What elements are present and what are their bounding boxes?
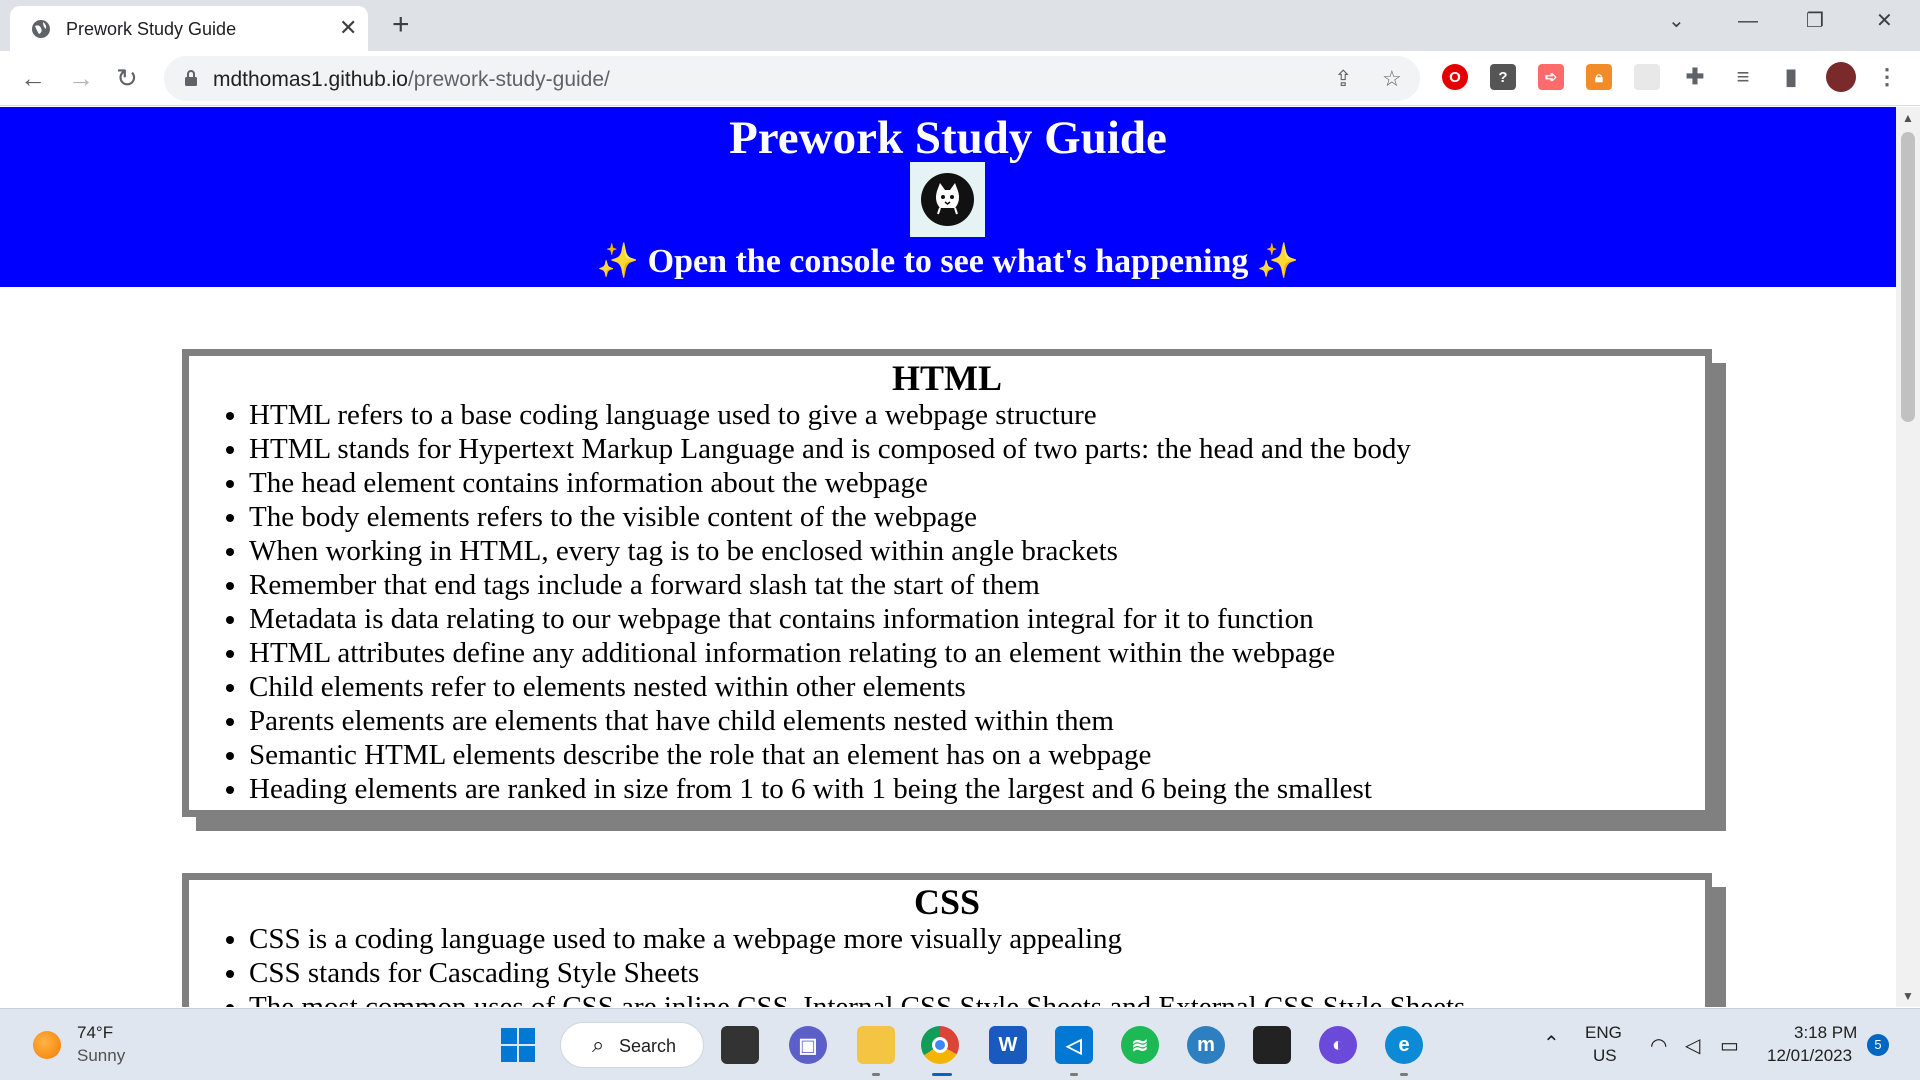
language-top[interactable]: ENG bbox=[1585, 1023, 1622, 1043]
tab-title: Prework Study Guide bbox=[66, 19, 237, 39]
list-item: The head element contains information ab… bbox=[249, 466, 1705, 500]
list-item: HTML refers to a base coding language us… bbox=[249, 398, 1705, 432]
logo-image bbox=[910, 162, 985, 237]
bookmark-star-icon[interactable]: ☆ bbox=[1382, 67, 1402, 91]
scrollbar-thumb[interactable] bbox=[1901, 132, 1915, 422]
moon-app-icon[interactable]: ◐ bbox=[1319, 1026, 1357, 1064]
language-bottom[interactable]: US bbox=[1593, 1046, 1617, 1066]
restore-icon[interactable]: ❐ bbox=[1806, 10, 1824, 32]
close-window-icon[interactable]: ✕ bbox=[1876, 10, 1893, 32]
page-title: Prework Study Guide bbox=[729, 112, 1167, 164]
word-icon[interactable]: W bbox=[989, 1026, 1027, 1064]
page-viewport: Prework Study Guide ✨ Open the console t… bbox=[0, 107, 1896, 1007]
page-header: Prework Study Guide ✨ Open the console t… bbox=[0, 107, 1896, 287]
opera-extension-icon[interactable]: O bbox=[1442, 64, 1468, 90]
page-subtitle: ✨ Open the console to see what's happeni… bbox=[0, 241, 1896, 281]
chat-icon[interactable]: ▣ bbox=[789, 1026, 827, 1064]
weather-temperature[interactable]: 74°F bbox=[77, 1023, 113, 1043]
list-item: The body elements refers to the visible … bbox=[249, 500, 1705, 534]
running-indicator bbox=[1070, 1073, 1078, 1076]
arrow-extension-icon[interactable]: ➪ bbox=[1538, 64, 1564, 90]
list-item: When working in HTML, every tag is to be… bbox=[249, 534, 1705, 568]
taskbar-search[interactable]: ⌕ Search bbox=[560, 1022, 704, 1068]
spotify-icon[interactable]: ≋ bbox=[1121, 1026, 1159, 1064]
back-icon[interactable]: ← bbox=[20, 63, 46, 93]
share-icon[interactable]: ⇪ bbox=[1334, 67, 1352, 91]
running-indicator bbox=[1400, 1073, 1408, 1076]
list-item: Semantic HTML elements describe the role… bbox=[249, 738, 1705, 772]
chrome-icon[interactable] bbox=[921, 1026, 959, 1064]
lock-icon[interactable] bbox=[184, 69, 198, 87]
forward-icon[interactable]: → bbox=[68, 63, 94, 93]
tab-strip: Prework Study Guide ✕ + ⌄ — ❐ ✕ bbox=[0, 0, 1920, 51]
subtitle-text: Open the console to see what's happening bbox=[647, 243, 1249, 280]
weather-condition[interactable]: Sunny bbox=[77, 1046, 125, 1066]
task-view-icon[interactable] bbox=[721, 1026, 759, 1064]
reload-icon[interactable]: ↻ bbox=[116, 63, 138, 93]
address-bar[interactable]: mdthomas1.github.io/prework-study-guide/… bbox=[164, 56, 1420, 101]
list-item: CSS is a coding language used to make a … bbox=[249, 922, 1705, 956]
windows-taskbar: 74°F Sunny ⌕ Search ▣ W ◁ ≋ m ◐ e ⌃ ENG … bbox=[0, 1008, 1920, 1080]
css-notes-list: CSS is a coding language used to make a … bbox=[249, 922, 1705, 1007]
file-explorer-icon[interactable] bbox=[857, 1026, 895, 1064]
list-item: The most common uses of CSS are inline C… bbox=[249, 990, 1705, 1007]
vscode-icon[interactable]: ◁ bbox=[1055, 1026, 1093, 1064]
menu-kebab-icon[interactable]: ⋮ bbox=[1874, 64, 1900, 90]
wifi-icon[interactable]: ◠ bbox=[1650, 1033, 1667, 1058]
scroll-up-icon[interactable]: ▲ bbox=[1902, 111, 1914, 125]
running-indicator bbox=[872, 1073, 880, 1076]
battery-icon[interactable]: ▭ bbox=[1720, 1033, 1739, 1058]
cat-logo-icon bbox=[921, 173, 974, 226]
search-label: Search bbox=[619, 1036, 677, 1056]
help-extension-icon[interactable]: ? bbox=[1490, 64, 1516, 90]
url-text[interactable]: mdthomas1.github.io/prework-study-guide/ bbox=[213, 68, 610, 92]
search-icon: ⌕ bbox=[592, 1032, 605, 1057]
puzzle-extensions-icon[interactable]: ✚ bbox=[1682, 64, 1708, 90]
reading-list-icon[interactable]: ≡ bbox=[1730, 64, 1756, 90]
clock-date[interactable]: 12/01/2023 bbox=[1767, 1046, 1852, 1066]
list-item: Heading elements are ranked in size from… bbox=[249, 772, 1705, 806]
browser-toolbar: ← → ↻ mdthomas1.github.io/prework-study-… bbox=[0, 51, 1920, 106]
mu-app-icon[interactable]: m bbox=[1187, 1026, 1225, 1064]
sticky-notes-icon[interactable] bbox=[1253, 1026, 1291, 1064]
profile-avatar[interactable] bbox=[1826, 62, 1856, 92]
css-section: CSS CSS is a coding language used to mak… bbox=[182, 873, 1712, 1007]
minimize-icon[interactable]: — bbox=[1738, 10, 1758, 32]
html-section: HTML HTML refers to a base coding langua… bbox=[182, 349, 1712, 817]
browser-tab[interactable]: Prework Study Guide ✕ bbox=[10, 6, 368, 51]
list-item: HTML stands for Hypertext Markup Languag… bbox=[249, 432, 1705, 466]
section-heading: CSS bbox=[913, 882, 981, 922]
notification-badge[interactable]: 5 bbox=[1867, 1034, 1889, 1056]
list-item: Child elements refer to elements nested … bbox=[249, 670, 1705, 704]
clock-time[interactable]: 3:18 PM bbox=[1794, 1023, 1857, 1043]
blank-extension-icon[interactable] bbox=[1634, 64, 1660, 90]
volume-icon[interactable]: ◁ bbox=[1685, 1033, 1700, 1058]
close-tab-icon[interactable]: ✕ bbox=[339, 17, 357, 39]
sparkle-icon: ✨ bbox=[1256, 243, 1300, 280]
side-panel-icon[interactable]: ▮ bbox=[1778, 64, 1804, 90]
sparkle-icon: ✨ bbox=[596, 243, 640, 280]
html-notes-list: HTML refers to a base coding language us… bbox=[249, 398, 1705, 806]
list-item: CSS stands for Cascading Style Sheets bbox=[249, 956, 1705, 990]
weather-sun-icon[interactable] bbox=[33, 1031, 61, 1059]
lock-extension-icon[interactable]: 🔒︎ bbox=[1586, 64, 1612, 90]
scroll-down-icon[interactable]: ▼ bbox=[1902, 989, 1914, 1003]
globe-icon bbox=[32, 20, 50, 38]
url-host: mdthomas1.github.io bbox=[213, 68, 408, 91]
list-item: HTML attributes define any additional in… bbox=[249, 636, 1705, 670]
windows-start-icon[interactable] bbox=[499, 1026, 537, 1064]
tray-overflow-icon[interactable]: ⌃ bbox=[1543, 1031, 1560, 1056]
section-heading: HTML bbox=[891, 358, 1002, 398]
list-item: Metadata is data relating to our webpage… bbox=[249, 602, 1705, 636]
new-tab-button[interactable]: + bbox=[392, 8, 410, 42]
active-indicator bbox=[932, 1073, 952, 1076]
edge-icon[interactable]: e bbox=[1385, 1026, 1423, 1064]
vertical-scrollbar[interactable]: ▲ ▼ bbox=[1896, 107, 1920, 1007]
list-item: Remember that end tags include a forward… bbox=[249, 568, 1705, 602]
list-item: Parents elements are elements that have … bbox=[249, 704, 1705, 738]
url-path: /prework-study-guide/ bbox=[407, 68, 610, 91]
tab-search-icon[interactable]: ⌄ bbox=[1668, 10, 1685, 32]
